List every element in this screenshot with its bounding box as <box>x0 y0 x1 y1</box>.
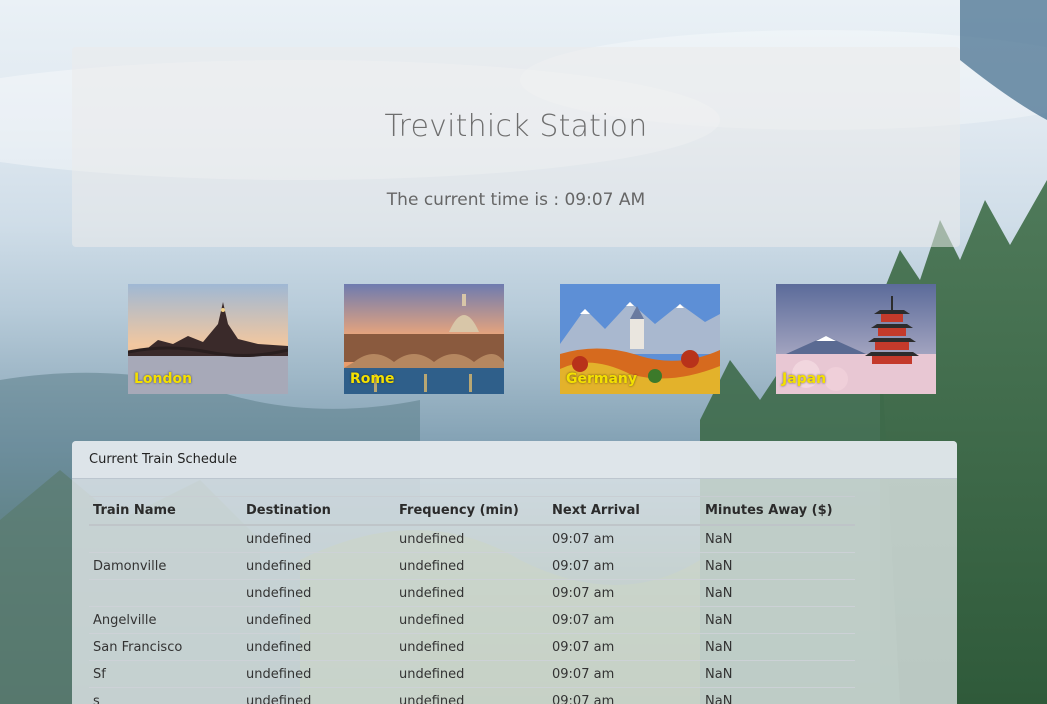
cell-destination: undefined <box>242 687 395 704</box>
table-row: Damonville undefined undefined 09:07 am … <box>89 552 855 580</box>
cell-destination: undefined <box>242 606 395 634</box>
cell-frequency: undefined <box>395 606 548 634</box>
current-time-label: The current time is : <box>386 190 565 210</box>
cell-train-name: s <box>89 687 242 704</box>
cell-next-arrival: 09:07 am <box>548 633 701 661</box>
cell-train-name <box>89 579 242 607</box>
cell-frequency: undefined <box>395 579 548 607</box>
destination-label: London <box>134 371 193 387</box>
page-title: Trevithick Station <box>384 109 648 144</box>
cell-train-name <box>89 524 242 553</box>
cell-destination: undefined <box>242 579 395 607</box>
cell-destination: undefined <box>242 524 395 553</box>
cell-minutes-away: NaN <box>701 633 855 661</box>
cell-next-arrival: 09:07 am <box>548 687 701 704</box>
current-time-value: 09:07 AM <box>564 190 646 210</box>
cell-train-name: Sf <box>89 660 242 688</box>
cell-train-name: Angelville <box>89 606 242 634</box>
cell-minutes-away: NaN <box>701 606 855 634</box>
cell-destination: undefined <box>242 660 395 688</box>
cell-frequency: undefined <box>395 660 548 688</box>
table-row: undefined undefined 09:07 am NaN <box>89 579 855 607</box>
table-header-row: Train Name Destination Frequency (min) N… <box>89 496 855 526</box>
column-header-destination: Destination <box>242 496 395 526</box>
cell-frequency: undefined <box>395 524 548 553</box>
destination-london[interactable]: London <box>128 284 288 394</box>
train-schedule-panel: Current Train Schedule Train Name Destin… <box>72 441 957 704</box>
panel-heading: Current Train Schedule <box>72 441 957 479</box>
destination-germany[interactable]: Germany <box>560 284 720 394</box>
cell-destination: undefined <box>242 552 395 580</box>
cell-next-arrival: 09:07 am <box>548 552 701 580</box>
column-header-minutes-away: Minutes Away ($) <box>701 496 855 526</box>
cell-minutes-away: NaN <box>701 687 855 704</box>
table-row: undefined undefined 09:07 am NaN <box>89 524 855 553</box>
table-row: Angelville undefined undefined 09:07 am … <box>89 606 855 634</box>
cell-next-arrival: 09:07 am <box>548 606 701 634</box>
cell-minutes-away: NaN <box>701 660 855 688</box>
cell-train-name: San Francisco <box>89 633 242 661</box>
column-header-next-arrival: Next Arrival <box>548 496 701 526</box>
cell-frequency: undefined <box>395 633 548 661</box>
destination-japan[interactable]: Japan <box>776 284 936 394</box>
destination-gallery: London Rome Germany Japan <box>128 284 936 394</box>
cell-minutes-away: NaN <box>701 524 855 553</box>
destination-rome[interactable]: Rome <box>344 284 504 394</box>
table-row: Sf undefined undefined 09:07 am NaN <box>89 660 855 688</box>
column-header-frequency: Frequency (min) <box>395 496 548 526</box>
destination-label: Germany <box>566 371 638 387</box>
cell-destination: undefined <box>242 633 395 661</box>
table-row: San Francisco undefined undefined 09:07 … <box>89 633 855 661</box>
cell-next-arrival: 09:07 am <box>548 524 701 553</box>
schedule-table: Train Name Destination Frequency (min) N… <box>89 496 855 704</box>
destination-label: Rome <box>350 371 395 387</box>
column-header-train-name: Train Name <box>89 496 242 526</box>
destination-label: Japan <box>782 371 827 387</box>
cell-next-arrival: 09:07 am <box>548 660 701 688</box>
cell-frequency: undefined <box>395 687 548 704</box>
current-time: The current time is : 09:07 AM <box>72 190 960 210</box>
table-row: s undefined undefined 09:07 am NaN <box>89 687 855 704</box>
cell-next-arrival: 09:07 am <box>548 579 701 607</box>
cell-frequency: undefined <box>395 552 548 580</box>
cell-minutes-away: NaN <box>701 579 855 607</box>
station-header: Trevithick Station The current time is :… <box>72 47 960 247</box>
cell-train-name: Damonville <box>89 552 242 580</box>
cell-minutes-away: NaN <box>701 552 855 580</box>
